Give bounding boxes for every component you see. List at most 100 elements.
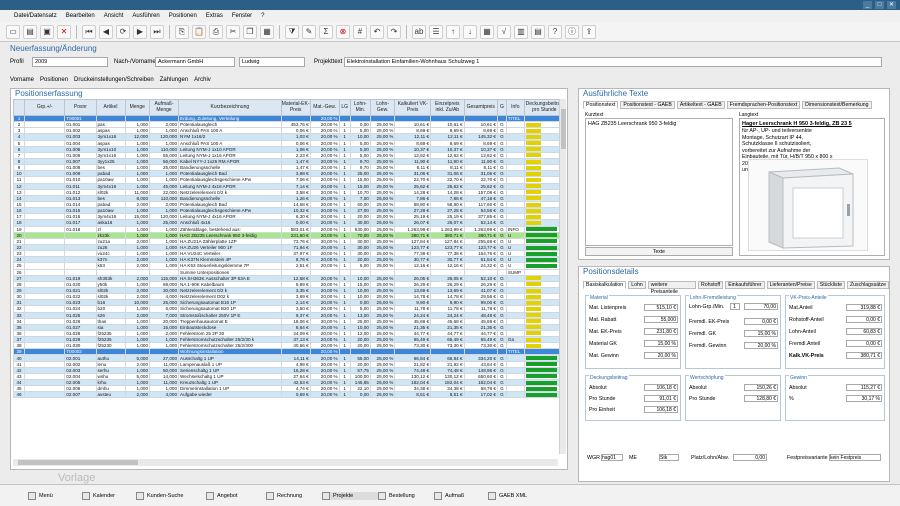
prev-record-icon[interactable]: ◀ (99, 24, 113, 39)
cell-mek[interactable]: 0,69 € (280, 391, 311, 399)
table-icon[interactable]: ▦ (480, 24, 494, 39)
abc-icon[interactable]: ab (412, 24, 426, 39)
platz-field[interactable]: 0,00 (733, 454, 767, 461)
texte-button[interactable]: Texte (585, 247, 733, 256)
detail-value[interactable]: 106,18 € (644, 406, 678, 413)
tab-rohstoff[interactable]: Rohstoff (697, 281, 724, 289)
detail-value[interactable]: 60,83 € (846, 328, 882, 335)
column-header[interactable]: G (496, 99, 507, 116)
copy-icon[interactable]: ⎘ (175, 24, 189, 39)
cell-lgw[interactable]: 25,00 % (369, 391, 396, 399)
detail-value[interactable]: 150,26 € (744, 384, 778, 391)
cancel-icon[interactable]: ⊗ (336, 24, 350, 39)
tab-zuschlagssaetze[interactable]: Zuschlagssätze (846, 281, 889, 289)
menu-ausfuehren[interactable]: Ausführen (132, 13, 159, 19)
close-button[interactable]: ✕ (887, 1, 896, 9)
tab-weitere-preisanteile[interactable]: weitere Preisanteile (647, 281, 696, 295)
tab-archiv[interactable]: Archiv (194, 77, 211, 83)
paste-icon[interactable]: 📋 (192, 24, 206, 39)
column-header[interactable] (12, 99, 26, 116)
minimize-button[interactable]: _ (863, 1, 872, 9)
help-icon[interactable]: ? (548, 24, 562, 39)
detail-value[interactable]: 0,00 € (744, 318, 778, 325)
grid-horizontal-scrollbar[interactable] (13, 459, 558, 466)
edit-icon[interactable]: ✎ (302, 24, 316, 39)
detail-value[interactable]: 319,88 € (846, 304, 882, 311)
up-icon[interactable]: ↑ (446, 24, 460, 39)
vorname-field[interactable]: Ludwig (239, 57, 305, 67)
tab-stueckliste[interactable]: Stückliste (816, 281, 845, 289)
detail-value[interactable]: 15,00 % (744, 330, 778, 337)
column-header[interactable]: Aufmaß-Menge (149, 99, 180, 116)
detail-value[interactable]: 128,80 € (744, 395, 778, 402)
column-header[interactable]: LG (338, 99, 351, 116)
tab-positionstext[interactable]: Positionstext (583, 101, 619, 109)
nav-kunden-suche[interactable]: Kunden-Suche (136, 491, 206, 500)
column-header[interactable]: Grp.+/- (24, 99, 66, 116)
column-header[interactable]: Mat.-Gew. (309, 99, 340, 116)
nav-rechnung[interactable]: Rechnung (266, 491, 322, 500)
paste2-icon[interactable]: ▦ (260, 24, 274, 39)
sqrt-icon[interactable]: √ (497, 24, 511, 39)
menu-bearbeiten[interactable]: Bearbeiten (66, 13, 95, 19)
nav-angebot[interactable]: Angebot (206, 491, 266, 500)
detail-value[interactable]: 91,01 € (644, 395, 678, 402)
nav-aufmass[interactable]: Aufmaß (434, 491, 488, 500)
tab-druckeinstellungen[interactable]: Druckeinstellungen/Schreiben (74, 77, 154, 83)
menu-ansicht[interactable]: Ansicht (104, 13, 124, 19)
detail-value[interactable]: 55,000 (644, 316, 678, 323)
redo-icon[interactable]: ↷ (387, 24, 401, 39)
tab-zahlungen[interactable]: Zahlungen (160, 77, 188, 83)
column-header[interactable]: Posnr (64, 99, 97, 116)
tab-positionstext-gaeb[interactable]: Positionstext - GAEB (620, 101, 675, 109)
cell-aufm[interactable]: 4,000 (149, 391, 180, 399)
tab-lieferanten-preise[interactable]: Lieferanten/Preise (766, 281, 815, 289)
cell-mg[interactable]: 20,00 % (309, 391, 340, 399)
cell-ep[interactable]: 8,51 € (430, 391, 465, 399)
wgr-field[interactable]: hag01 (601, 454, 623, 461)
cell-lm[interactable]: 0,00 (349, 391, 371, 399)
lohngrp-field[interactable]: 1 (730, 303, 740, 310)
calc-icon[interactable]: ▥ (514, 24, 528, 39)
column-header[interactable]: Artikel (95, 99, 126, 116)
tab-basiskalkulation[interactable]: Basiskalkulation (583, 281, 627, 289)
cell-n[interactable]: 46 (12, 391, 26, 399)
cell-info[interactable] (505, 391, 525, 399)
column-header[interactable]: Einzelpreis inkl. Zu/Ab (430, 99, 465, 116)
last-record-icon[interactable]: ⏭ (150, 24, 164, 39)
nav-projekte[interactable]: Projekte (322, 491, 378, 500)
cut-icon[interactable]: ✂ (226, 24, 240, 39)
cell-art[interactable]: avsteu (95, 391, 126, 399)
tab-dimensionstext[interactable]: Dimensionstext/Bemerkung (802, 101, 872, 109)
detail-value[interactable]: 231,80 € (644, 328, 678, 335)
column-header[interactable]: Gesamtpreis (463, 99, 498, 116)
name-field[interactable]: Ackermann GmbH (155, 57, 235, 67)
menu-positionen[interactable]: Positionen (169, 13, 197, 19)
detail-value[interactable]: 15,00 % (644, 340, 678, 347)
festpreis-select[interactable]: kein Festpreis (829, 454, 881, 461)
menu-help[interactable]: ? (261, 13, 264, 19)
column-header[interactable]: Material-EK-Preis (280, 99, 311, 116)
down-icon[interactable]: ↓ (463, 24, 477, 39)
filter-icon[interactable]: ⧩ (285, 24, 299, 39)
list-icon[interactable]: ☰ (429, 24, 443, 39)
projekttext-field[interactable]: Elektroinstallation Einfamilien-Wohnhaus… (344, 57, 882, 67)
detail-value[interactable]: 20,00 % (644, 352, 678, 359)
nav-kalender[interactable]: Kalender (82, 491, 136, 500)
new-icon[interactable]: ▭ (6, 24, 20, 39)
nav-bestellung[interactable]: Bestellung (378, 491, 434, 500)
detail-value[interactable]: 380,71 € (846, 352, 882, 359)
menu-datei[interactable]: Datei/Datensatz (14, 13, 57, 19)
tab-artikeltext-gaeb[interactable]: Artikeltext - GAEB (676, 101, 725, 109)
detail-value[interactable]: 20,00 % (744, 342, 778, 349)
save-icon[interactable]: ▣ (40, 24, 54, 39)
copy2-icon[interactable]: ❐ (243, 24, 257, 39)
tab-vorname[interactable]: Vorname (10, 77, 34, 83)
scroll-thumb[interactable] (18, 460, 138, 465)
print-icon[interactable]: ⎙ (209, 24, 223, 39)
menu-fenster[interactable]: Fenster (232, 13, 252, 19)
profil-field[interactable]: 2009 (32, 57, 108, 67)
tab-einkaufsfuehrer[interactable]: Einkaufsführer (725, 281, 765, 289)
tab-positionen[interactable]: Positionen (40, 77, 68, 83)
group-toggle[interactable] (24, 391, 66, 399)
